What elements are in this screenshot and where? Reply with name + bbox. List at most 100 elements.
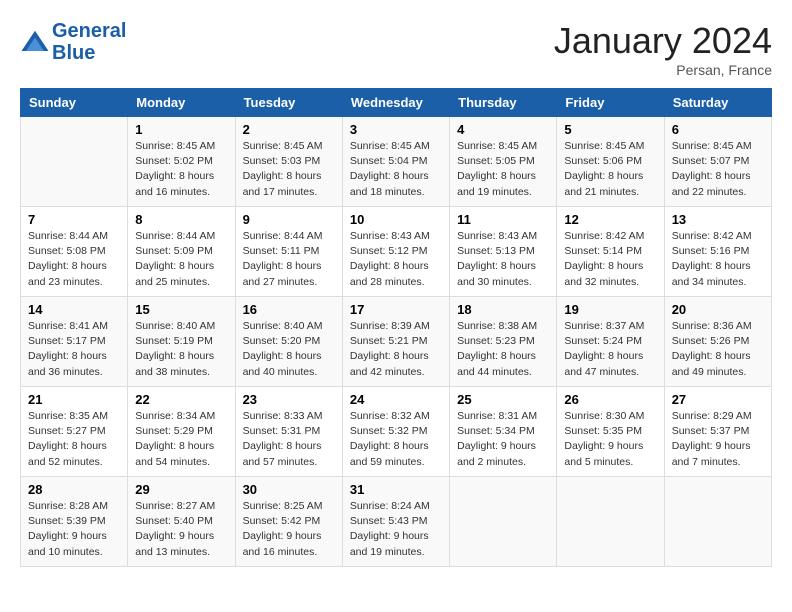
day-number: 1 [135,122,227,137]
day-detail: Sunrise: 8:40 AMSunset: 5:19 PMDaylight:… [135,319,227,380]
calendar-week-3: 21 Sunrise: 8:35 AMSunset: 5:27 PMDayligh… [21,387,772,477]
day-number: 25 [457,392,549,407]
calendar-week-1: 7Sunrise: 8:44 AMSunset: 5:08 PMDaylight… [21,207,772,297]
calendar-cell: 11 Sunrise: 8:43 AMSunset: 5:13 PMDayligh… [450,207,557,297]
day-number: 19 [564,302,656,317]
calendar-cell: 20 Sunrise: 8:36 AMSunset: 5:26 PMDayligh… [664,297,771,387]
day-detail: Sunrise: 8:44 AMSunset: 5:09 PMDaylight:… [135,229,227,290]
calendar-table: Sunday Monday Tuesday Wednesday Thursday… [20,88,772,567]
day-detail: Sunrise: 8:36 AMSunset: 5:26 PMDaylight:… [672,319,764,380]
logo-line2: Blue [52,42,126,64]
day-number: 14 [28,302,120,317]
day-detail: Sunrise: 8:44 AMSunset: 5:08 PMDaylight:… [28,229,120,290]
day-number: 9 [243,212,335,227]
calendar-cell: 4Sunrise: 8:45 AMSunset: 5:05 PMDaylight… [450,117,557,207]
day-number: 15 [135,302,227,317]
day-detail: Sunrise: 8:45 AMSunset: 5:05 PMDaylight:… [457,139,549,200]
logo-line1: General [52,20,126,42]
calendar-cell: 10 Sunrise: 8:43 AMSunset: 5:12 PMDayligh… [342,207,449,297]
day-number: 6 [672,122,764,137]
calendar-cell: 13 Sunrise: 8:42 AMSunset: 5:16 PMDayligh… [664,207,771,297]
calendar-cell: 24 Sunrise: 8:32 AMSunset: 5:32 PMDayligh… [342,387,449,477]
day-detail: Sunrise: 8:25 AMSunset: 5:42 PMDaylight:… [243,499,335,560]
calendar-cell [21,117,128,207]
calendar-cell: 21 Sunrise: 8:35 AMSunset: 5:27 PMDayligh… [21,387,128,477]
day-detail: Sunrise: 8:32 AMSunset: 5:32 PMDaylight:… [350,409,442,470]
day-detail: Sunrise: 8:44 AMSunset: 5:11 PMDaylight:… [243,229,335,290]
calendar-cell: 5 Sunrise: 8:45 AMSunset: 5:06 PMDaylight… [557,117,664,207]
day-detail: Sunrise: 8:42 AMSunset: 5:16 PMDaylight:… [672,229,764,290]
day-number: 20 [672,302,764,317]
calendar-cell: 12 Sunrise: 8:42 AMSunset: 5:14 PMDayligh… [557,207,664,297]
day-detail: Sunrise: 8:29 AMSunset: 5:37 PMDaylight:… [672,409,764,470]
day-number: 30 [243,482,335,497]
day-detail: Sunrise: 8:43 AMSunset: 5:13 PMDaylight:… [457,229,549,290]
day-detail: Sunrise: 8:45 AMSunset: 5:02 PMDaylight:… [135,139,227,200]
calendar-cell: 30 Sunrise: 8:25 AMSunset: 5:42 PMDayligh… [235,477,342,567]
day-number: 5 [564,122,656,137]
calendar-week-2: 14 Sunrise: 8:41 AMSunset: 5:17 PMDayligh… [21,297,772,387]
day-number: 31 [350,482,442,497]
day-number: 13 [672,212,764,227]
day-number: 28 [28,482,120,497]
day-detail: Sunrise: 8:24 AMSunset: 5:43 PMDaylight:… [350,499,442,560]
day-detail: Sunrise: 8:45 AMSunset: 5:03 PMDaylight:… [243,139,335,200]
calendar-cell: 29Sunrise: 8:27 AMSunset: 5:40 PMDayligh… [128,477,235,567]
day-number: 24 [350,392,442,407]
col-thursday: Thursday [450,89,557,117]
calendar-week-4: 28 Sunrise: 8:28 AMSunset: 5:39 PMDayligh… [21,477,772,567]
calendar-cell [557,477,664,567]
day-detail: Sunrise: 8:33 AMSunset: 5:31 PMDaylight:… [243,409,335,470]
col-sunday: Sunday [21,89,128,117]
col-saturday: Saturday [664,89,771,117]
col-tuesday: Tuesday [235,89,342,117]
day-detail: Sunrise: 8:28 AMSunset: 5:39 PMDaylight:… [28,499,120,560]
month-title: January 2024 [554,20,772,62]
day-detail: Sunrise: 8:31 AMSunset: 5:34 PMDaylight:… [457,409,549,470]
day-detail: Sunrise: 8:39 AMSunset: 5:21 PMDaylight:… [350,319,442,380]
page-header: General Blue January 2024 Persan, France [20,20,772,78]
day-number: 26 [564,392,656,407]
calendar-cell: 22Sunrise: 8:34 AMSunset: 5:29 PMDayligh… [128,387,235,477]
calendar-cell: 27 Sunrise: 8:29 AMSunset: 5:37 PMDayligh… [664,387,771,477]
calendar-cell: 1 Sunrise: 8:45 AMSunset: 5:02 PMDaylight… [128,117,235,207]
title-block: January 2024 Persan, France [554,20,772,78]
calendar-cell: 19 Sunrise: 8:37 AMSunset: 5:24 PMDayligh… [557,297,664,387]
calendar-cell: 31 Sunrise: 8:24 AMSunset: 5:43 PMDayligh… [342,477,449,567]
day-number: 21 [28,392,120,407]
calendar-cell: 7Sunrise: 8:44 AMSunset: 5:08 PMDaylight… [21,207,128,297]
calendar-cell: 2 Sunrise: 8:45 AMSunset: 5:03 PMDaylight… [235,117,342,207]
day-detail: Sunrise: 8:38 AMSunset: 5:23 PMDaylight:… [457,319,549,380]
calendar-cell: 15 Sunrise: 8:40 AMSunset: 5:19 PMDayligh… [128,297,235,387]
calendar-cell: 9 Sunrise: 8:44 AMSunset: 5:11 PMDaylight… [235,207,342,297]
day-detail: Sunrise: 8:37 AMSunset: 5:24 PMDaylight:… [564,319,656,380]
calendar-header: Sunday Monday Tuesday Wednesday Thursday… [21,89,772,117]
calendar-cell: 26 Sunrise: 8:30 AMSunset: 5:35 PMDayligh… [557,387,664,477]
calendar-body: 1 Sunrise: 8:45 AMSunset: 5:02 PMDaylight… [21,117,772,567]
day-detail: Sunrise: 8:27 AMSunset: 5:40 PMDaylight:… [135,499,227,560]
day-detail: Sunrise: 8:35 AMSunset: 5:27 PMDaylight:… [28,409,120,470]
day-detail: Sunrise: 8:30 AMSunset: 5:35 PMDaylight:… [564,409,656,470]
day-number: 8 [135,212,227,227]
day-detail: Sunrise: 8:42 AMSunset: 5:14 PMDaylight:… [564,229,656,290]
day-detail: Sunrise: 8:41 AMSunset: 5:17 PMDaylight:… [28,319,120,380]
calendar-cell: 18 Sunrise: 8:38 AMSunset: 5:23 PMDayligh… [450,297,557,387]
logo-icon [20,27,50,57]
day-number: 12 [564,212,656,227]
calendar-cell: 23Sunrise: 8:33 AMSunset: 5:31 PMDayligh… [235,387,342,477]
location: Persan, France [554,62,772,78]
day-detail: Sunrise: 8:43 AMSunset: 5:12 PMDaylight:… [350,229,442,290]
day-detail: Sunrise: 8:40 AMSunset: 5:20 PMDaylight:… [243,319,335,380]
day-number: 11 [457,212,549,227]
day-number: 22 [135,392,227,407]
day-detail: Sunrise: 8:45 AMSunset: 5:07 PMDaylight:… [672,139,764,200]
calendar-week-0: 1 Sunrise: 8:45 AMSunset: 5:02 PMDaylight… [21,117,772,207]
day-number: 27 [672,392,764,407]
day-number: 18 [457,302,549,317]
calendar-cell: 25 Sunrise: 8:31 AMSunset: 5:34 PMDayligh… [450,387,557,477]
day-detail: Sunrise: 8:45 AMSunset: 5:06 PMDaylight:… [564,139,656,200]
day-number: 2 [243,122,335,137]
day-number: 10 [350,212,442,227]
calendar-cell: 8 Sunrise: 8:44 AMSunset: 5:09 PMDaylight… [128,207,235,297]
logo: General Blue [20,20,126,64]
